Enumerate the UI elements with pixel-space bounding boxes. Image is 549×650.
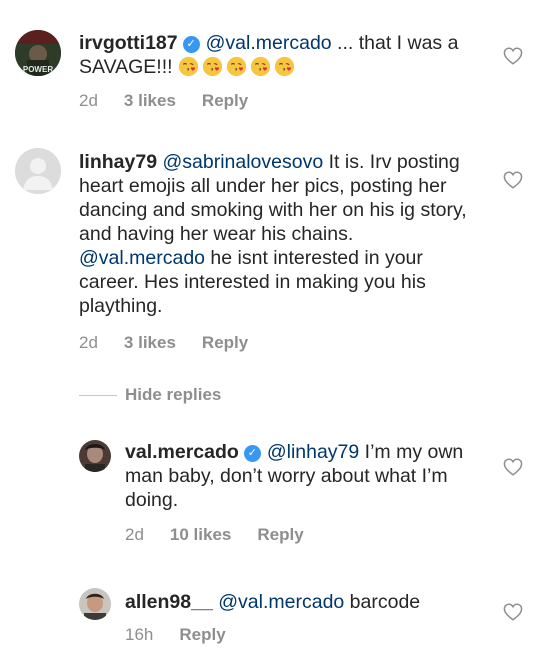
avatar[interactable]: POWER <box>15 30 61 76</box>
reply-button[interactable]: Reply <box>202 333 248 352</box>
face-blowing-kiss-emoji <box>178 56 199 77</box>
avatar-image <box>79 588 111 620</box>
comment-meta: 16h Reply <box>125 625 252 645</box>
likes-count[interactable]: 10 likes <box>170 525 231 544</box>
comment-text: val.mercado ✓ @linhay79 I’m my own man bab… <box>125 440 475 512</box>
avatar[interactable] <box>79 588 111 620</box>
emoji-group <box>178 56 298 78</box>
hide-replies-label: Hide replies <box>125 385 222 404</box>
reply-button[interactable]: Reply <box>257 525 303 544</box>
verified-badge-icon: ✓ <box>243 445 261 462</box>
avatar-image <box>79 440 111 472</box>
likes-count[interactable]: 3 likes <box>124 91 176 110</box>
likes-count[interactable]: 3 likes <box>124 333 176 352</box>
username[interactable]: linhay79 <box>79 151 157 173</box>
mention-link[interactable]: @val.mercado <box>218 591 344 613</box>
avatar[interactable] <box>79 440 111 472</box>
comment-text: linhay79 @sabrinalovesovo It is. Irv pos… <box>79 150 484 318</box>
comment-meta: 2d 3 likes Reply <box>79 91 274 111</box>
avatar-image: POWER <box>15 30 61 76</box>
face-blowing-kiss-emoji <box>202 56 223 77</box>
face-blowing-kiss-emoji <box>226 56 247 77</box>
comment-meta: 2d 10 likes Reply <box>125 525 330 545</box>
mention-link[interactable]: @sabrinalovesovo <box>162 151 323 173</box>
face-blowing-kiss-emoji <box>274 56 295 77</box>
mention-link[interactable]: @linhay79 <box>267 441 359 463</box>
heart-icon[interactable] <box>503 458 523 476</box>
comment-text: allen98__ @val.mercado barcode <box>125 590 475 614</box>
reply-button[interactable]: Reply <box>202 91 248 110</box>
mention-link[interactable]: @val.mercado <box>79 247 205 269</box>
default-avatar-icon <box>15 148 61 194</box>
heart-icon[interactable] <box>503 47 523 65</box>
heart-icon[interactable] <box>503 171 523 189</box>
divider-line <box>79 394 117 396</box>
username[interactable]: irvgotti187 <box>79 32 178 54</box>
timestamp: 16h <box>125 625 154 644</box>
face-blowing-kiss-emoji <box>250 56 271 77</box>
comment-text: irvgotti187 ✓ @val.mercado ... that I was … <box>79 31 489 79</box>
reply-button[interactable]: Reply <box>179 625 225 644</box>
timestamp: 2d <box>125 525 144 544</box>
hide-replies-button[interactable]: Hide replies <box>79 384 221 406</box>
avatar-label: POWER <box>23 65 53 74</box>
timestamp: 2d <box>79 333 98 352</box>
verified-badge-icon: ✓ <box>182 36 200 53</box>
timestamp: 2d <box>79 91 98 110</box>
mention-link[interactable]: @val.mercado <box>206 32 332 54</box>
avatar[interactable] <box>15 148 61 194</box>
username[interactable]: allen98__ <box>125 591 213 613</box>
comment-meta: 2d 3 likes Reply <box>79 333 274 353</box>
heart-icon[interactable] <box>503 603 523 621</box>
comment-body: barcode <box>344 591 421 613</box>
username[interactable]: val.mercado <box>125 441 239 463</box>
